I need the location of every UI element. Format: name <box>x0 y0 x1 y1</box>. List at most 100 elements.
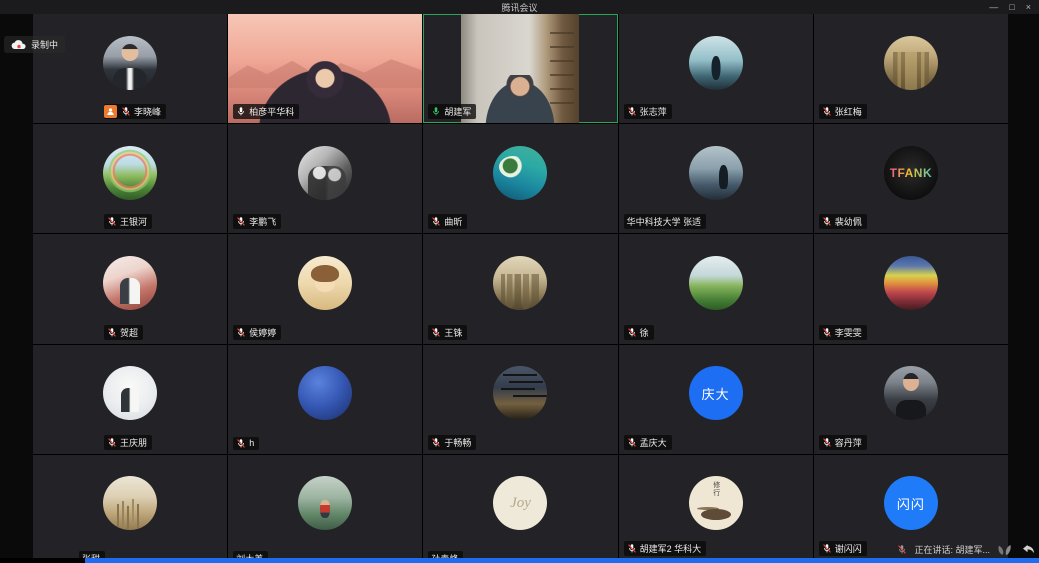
mic-icon <box>236 438 246 449</box>
participant-avatar: TFANK <box>884 146 938 200</box>
cloud-recording-icon <box>11 40 27 50</box>
reply-arrow-icon[interactable] <box>1022 544 1035 555</box>
speaking-status: 正在讲话: 胡建军... <box>897 543 1035 556</box>
minimize-button[interactable]: — <box>989 0 998 14</box>
mic-icon <box>627 437 637 448</box>
participant-label: 李雯雯 <box>819 325 867 340</box>
avatar-text: Joy <box>510 495 531 512</box>
meeting-window: 腾讯会议 — □ × 李晓峰 <box>0 0 1039 563</box>
close-button[interactable]: × <box>1026 0 1031 14</box>
participant-label: 李晓峰 <box>104 104 166 119</box>
person-figure <box>481 75 559 123</box>
participant-cell[interactable]: 贺超 <box>33 234 227 343</box>
hands-icon[interactable] <box>997 543 1015 556</box>
participant-name: 柏彦平华科 <box>249 105 294 118</box>
participant-cell[interactable]: 侯婷婷 <box>228 234 422 343</box>
participant-label: 王庆朋 <box>104 435 152 450</box>
participant-cell[interactable]: 张红梅 <box>814 14 1008 123</box>
participant-cell[interactable]: 刘大美 <box>228 455 422 563</box>
recording-indicator: 录制中 <box>4 36 65 53</box>
participant-cell[interactable]: 容丹萍 <box>814 345 1008 454</box>
mic-icon <box>431 437 441 448</box>
participant-cell[interactable]: 张志萍 <box>619 14 813 123</box>
participant-cell[interactable]: 修行 胡建军2 华科大 <box>619 455 813 563</box>
participant-cell[interactable]: h <box>228 345 422 454</box>
participant-name: 曲昕 <box>444 215 462 228</box>
participant-name: 王银河 <box>120 215 147 228</box>
participant-avatar <box>493 256 547 310</box>
avatar-text: TFANK <box>890 166 933 180</box>
participant-avatar <box>884 256 938 310</box>
participant-cell[interactable]: 王铢 <box>423 234 617 343</box>
participant-label: 胡建军2 华科大 <box>624 541 707 556</box>
mic-icon <box>431 106 441 117</box>
participant-label: 容丹萍 <box>819 435 867 450</box>
mic-icon <box>236 216 246 227</box>
participant-cell[interactable]: 曲昕 <box>423 124 617 233</box>
participant-video <box>461 14 579 123</box>
participant-cell[interactable]: 于畅畅 <box>423 345 617 454</box>
participant-stage <box>33 455 227 563</box>
participant-cell[interactable]: 王庆朋 <box>33 345 227 454</box>
participant-label: 于畅畅 <box>428 435 476 450</box>
host-person-icon <box>104 105 117 118</box>
participant-avatar <box>298 146 352 200</box>
participant-name: 孟庆大 <box>640 436 667 449</box>
mic-icon <box>431 327 441 338</box>
participant-name: 李鹏飞 <box>249 215 276 228</box>
participant-cell[interactable]: 王银河 <box>33 124 227 233</box>
participant-label: 曲昕 <box>428 214 467 229</box>
participant-name: 胡建军2 华科大 <box>640 542 702 555</box>
participant-cell[interactable]: 徐 <box>619 234 813 343</box>
participant-name: 裴幼佩 <box>835 215 862 228</box>
maximize-button[interactable]: □ <box>1009 0 1014 14</box>
window-title: 腾讯会议 <box>501 1 537 14</box>
taskbar-blue-segment[interactable] <box>85 558 1039 563</box>
participant-cell[interactable]: 李晓峰 <box>33 14 227 123</box>
participant-label: 李鹏飞 <box>233 214 281 229</box>
participant-name: 华中科技大学 张适 <box>627 215 702 228</box>
participant-stage: Joy <box>423 455 617 563</box>
participant-avatar: 闪闪 <box>884 476 938 530</box>
mic-icon <box>822 543 832 554</box>
titlebar: 腾讯会议 — □ × <box>0 0 1039 14</box>
mic-icon <box>107 327 117 338</box>
participant-avatar <box>103 146 157 200</box>
speaking-label: 正在讲话: 胡建军... <box>914 543 990 556</box>
mic-icon <box>627 106 637 117</box>
participant-name: 于畅畅 <box>444 436 471 449</box>
mic-icon <box>121 106 131 117</box>
participant-name: 李晓峰 <box>134 105 161 118</box>
participant-cell[interactable]: 张甜 <box>33 455 227 563</box>
participant-label: 王银河 <box>104 214 152 229</box>
participant-avatar <box>298 256 352 310</box>
participant-avatar: Joy <box>493 476 547 530</box>
participant-name: 王铢 <box>444 326 462 339</box>
mic-icon <box>107 437 117 448</box>
participant-avatar <box>298 366 352 420</box>
participant-name: 侯婷婷 <box>249 326 276 339</box>
participant-name: 容丹萍 <box>835 436 862 449</box>
participant-avatar <box>298 476 352 530</box>
participant-label: 谢闪闪 <box>819 541 867 556</box>
mic-icon <box>236 106 246 117</box>
participant-avatar <box>103 366 157 420</box>
participant-name: 贺超 <box>120 326 138 339</box>
participant-cell[interactable]: 胡建军 <box>423 14 617 123</box>
participant-cell[interactable]: 李雯雯 <box>814 234 1008 343</box>
participant-cell[interactable]: Joy 孙青峰 <box>423 455 617 563</box>
participant-cell[interactable]: 庆大 孟庆大 <box>619 345 813 454</box>
participant-cell[interactable]: TFANK 裴幼佩 <box>814 124 1008 233</box>
participant-label: 胡建军 <box>428 104 476 119</box>
participant-label: 柏彦平华科 <box>233 104 299 119</box>
participant-label: 贺超 <box>104 325 143 340</box>
window-controls: — □ × <box>989 0 1031 14</box>
participant-cell[interactable]: 华中科技大学 张适 <box>619 124 813 233</box>
participant-cell[interactable]: 李鹏飞 <box>228 124 422 233</box>
mic-icon <box>897 544 907 555</box>
mic-icon <box>236 327 246 338</box>
participant-avatar <box>884 36 938 90</box>
participant-cell[interactable]: 柏彦平华科 <box>228 14 422 123</box>
participant-avatar <box>689 36 743 90</box>
taskbar-strip <box>0 558 1039 563</box>
